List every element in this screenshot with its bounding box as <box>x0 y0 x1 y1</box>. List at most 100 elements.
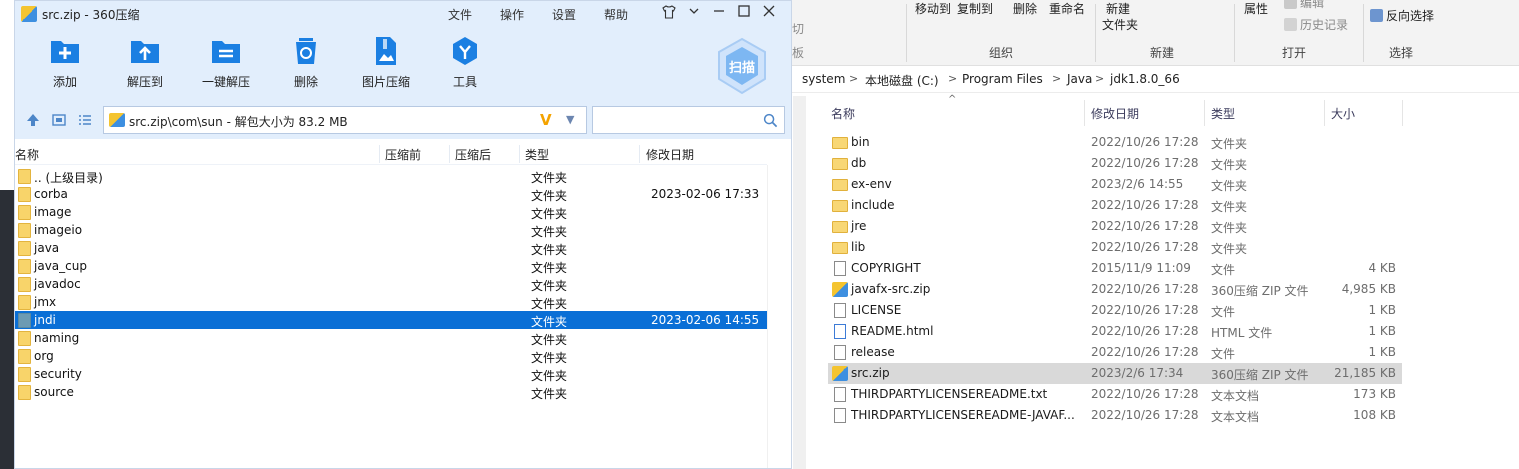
path-dropdown-icon[interactable]: ▼ <box>566 113 574 126</box>
file-row[interactable]: COPYRIGHT 2015/11/9 11:09 文件 4 KB <box>828 258 1402 279</box>
archive-row[interactable]: org 文件夹 <box>15 347 767 365</box>
file-row[interactable]: THIRDPARTYLICENSEREADME-JAVAF... 2022/10/… <box>828 405 1402 426</box>
invert-selection-button[interactable]: 反向选择 <box>1370 7 1434 24</box>
history-button[interactable]: 历史记录 <box>1284 16 1348 33</box>
file-row[interactable]: README.html 2022/10/26 17:28 HTML 文件 1 KB <box>828 321 1402 342</box>
rename-button[interactable]: 重命名 <box>1049 0 1085 17</box>
explorer-nav-scrollbar[interactable] <box>793 96 806 469</box>
search-icon[interactable] <box>763 113 778 128</box>
up-level-icon[interactable] <box>25 112 41 128</box>
scan-button[interactable]: 扫描 <box>715 37 769 95</box>
archive-row[interactable]: naming 文件夹 <box>15 329 767 347</box>
file-size: 4,985 KB <box>1341 282 1396 296</box>
breadcrumb-jdk[interactable]: jdk1.8.0_66 <box>1110 72 1180 86</box>
tools-icon <box>453 37 477 65</box>
menu-operations[interactable]: 操作 <box>500 6 524 23</box>
archive-row[interactable]: image 文件夹 <box>15 203 767 221</box>
title-bar[interactable]: src.zip - 360压缩 文件 操作 设置 帮助 <box>15 1 791 27</box>
scan-label: 扫描 <box>728 61 755 76</box>
column-modified[interactable]: 修改日期 <box>646 146 694 163</box>
archive-row[interactable]: java 文件夹 <box>15 239 767 257</box>
column-modified[interactable]: 修改日期 <box>1091 105 1139 122</box>
column-divider[interactable] <box>449 145 450 163</box>
archive-row[interactable]: source 文件夹 <box>15 383 767 401</box>
column-divider[interactable] <box>1402 100 1403 126</box>
skin-shirt-icon[interactable] <box>659 4 679 24</box>
column-compressed-before[interactable]: 压缩前 <box>385 146 421 163</box>
explorer-column-headers: 名称 修改日期 类型 大小 <box>828 100 1403 126</box>
archive-search-input[interactable] <box>592 106 785 134</box>
file-size: 173 KB <box>1353 387 1396 401</box>
file-modified: 2023/2/6 17:34 <box>1091 366 1184 380</box>
archive-row[interactable]: java_cup 文件夹 <box>15 257 767 275</box>
file-row[interactable]: db 2022/10/26 17:28 文件夹 <box>828 153 1402 174</box>
edit-button[interactable]: 编辑 <box>1284 0 1324 11</box>
file-row[interactable]: include 2022/10/26 17:28 文件夹 <box>828 195 1402 216</box>
column-compressed-after[interactable]: 压缩后 <box>455 146 491 163</box>
menu-file[interactable]: 文件 <box>448 6 472 23</box>
file-row[interactable]: ex-env 2023/2/6 14:55 文件夹 <box>828 174 1402 195</box>
column-size[interactable]: 大小 <box>1331 105 1355 122</box>
column-divider[interactable] <box>1324 100 1325 126</box>
file-name: jre <box>851 219 867 233</box>
column-name[interactable]: 名称 <box>831 105 855 122</box>
column-divider[interactable] <box>519 145 520 163</box>
image-compress-button[interactable]: 图片压缩 <box>346 35 426 90</box>
file-row[interactable]: LICENSE 2022/10/26 17:28 文件 1 KB <box>828 300 1402 321</box>
explorer-address-bar[interactable]: system > 本地磁盘 (C:) > Program Files > Jav… <box>790 67 1519 93</box>
archive-row[interactable]: jndi 文件夹 2023-02-06 14:55 <box>15 311 767 329</box>
file-row[interactable]: javafx-src.zip 2022/10/26 17:28 360压缩 ZIP … <box>828 279 1402 300</box>
one-click-extract-button[interactable]: 一键解压 <box>186 35 266 90</box>
column-type[interactable]: 类型 <box>525 146 549 163</box>
new-item-button[interactable]: 新建 <box>1106 0 1130 17</box>
menu-help[interactable]: 帮助 <box>604 6 628 23</box>
new-folder-label[interactable]: 文件夹 <box>1102 16 1138 33</box>
add-button[interactable]: 添加 <box>25 35 105 90</box>
verified-v-icon[interactable]: V <box>540 111 552 129</box>
file-row[interactable]: src.zip 2023/2/6 17:34 360压缩 ZIP 文件 21,185 … <box>828 363 1402 384</box>
breadcrumb-local-disk[interactable]: 本地磁盘 (C:) <box>865 72 939 89</box>
folder-icon <box>832 221 848 233</box>
document-icon <box>834 408 846 423</box>
breadcrumb-system[interactable]: system <box>802 72 845 86</box>
archive-scrollbar[interactable] <box>767 165 791 468</box>
move-to-button[interactable]: 移动到 <box>915 0 951 17</box>
column-divider[interactable] <box>379 145 380 163</box>
archive-column-headers: 名称 压缩前 压缩后 类型 修改日期 <box>15 143 767 165</box>
archive-row[interactable]: corba 文件夹 2023-02-06 17:33 <box>15 185 767 203</box>
archive-row[interactable]: jmx 文件夹 <box>15 293 767 311</box>
column-name[interactable]: 名称 <box>15 146 39 163</box>
column-divider[interactable] <box>1084 100 1085 126</box>
archive-row[interactable]: imageio 文件夹 <box>15 221 767 239</box>
image-compress-icon <box>376 37 396 65</box>
file-row[interactable]: release 2022/10/26 17:28 文件 1 KB <box>828 342 1402 363</box>
breadcrumb-java[interactable]: Java <box>1067 72 1092 86</box>
list-view-icon[interactable] <box>77 112 93 128</box>
extract-to-button[interactable]: 解压到 <box>105 35 185 90</box>
thumbnail-view-icon[interactable] <box>51 112 67 128</box>
copy-to-button[interactable]: 复制到 <box>957 0 993 17</box>
file-row[interactable]: jre 2022/10/26 17:28 文件夹 <box>828 216 1402 237</box>
file-type: 360压缩 ZIP 文件 <box>1211 368 1309 382</box>
menu-settings[interactable]: 设置 <box>552 6 576 23</box>
archive-row[interactable]: javadoc 文件夹 <box>15 275 767 293</box>
column-divider[interactable] <box>639 145 640 163</box>
close-button[interactable] <box>759 4 779 24</box>
delete-archive-item-button[interactable]: 删除 <box>266 35 346 90</box>
properties-button[interactable]: 属性 <box>1244 0 1268 17</box>
archive-row[interactable]: security 文件夹 <box>15 365 767 383</box>
tools-button[interactable]: 工具 <box>425 35 505 90</box>
file-row[interactable]: THIRDPARTYLICENSEREADME.txt 2022/10/26 17… <box>828 384 1402 405</box>
file-row[interactable]: lib 2022/10/26 17:28 文件夹 <box>828 237 1402 258</box>
archive-path-field[interactable]: src.zip\com\sun - 解包大小为 83.2 MB V ▼ <box>103 106 587 134</box>
file-row[interactable]: bin 2022/10/26 17:28 文件夹 <box>828 132 1402 153</box>
maximize-button[interactable] <box>734 4 754 24</box>
column-divider[interactable] <box>1204 100 1205 126</box>
column-type[interactable]: 类型 <box>1211 105 1235 122</box>
delete-button[interactable]: 删除 <box>1013 0 1037 17</box>
file-name: db <box>851 156 867 170</box>
breadcrumb-program-files[interactable]: Program Files <box>962 72 1043 86</box>
archive-row[interactable]: .. (上级目录) 文件夹 <box>15 167 767 185</box>
minimize-button[interactable] <box>709 4 729 24</box>
dropdown-chevron-icon[interactable] <box>684 4 704 24</box>
